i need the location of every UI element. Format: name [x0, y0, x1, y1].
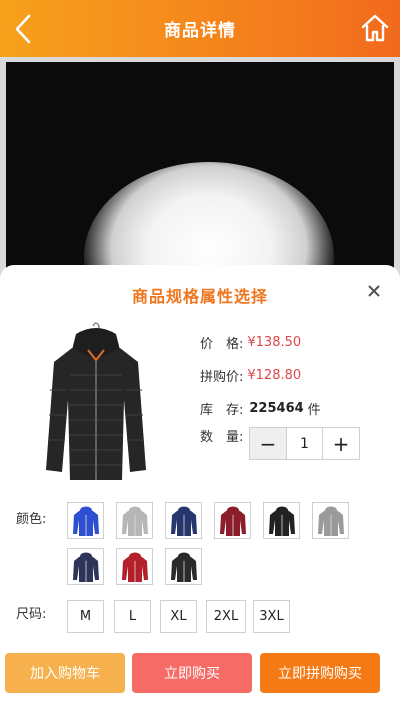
home-icon	[361, 14, 389, 42]
price-label: 价 格:	[200, 337, 244, 352]
size-option-2xl[interactable]: 2XL	[206, 600, 246, 633]
price-value: ¥138.50	[247, 335, 302, 350]
jacket-icon	[72, 506, 99, 536]
close-icon	[368, 285, 380, 297]
home-button[interactable]	[358, 11, 392, 45]
color-swatch-silver-gray[interactable]	[312, 502, 349, 539]
stock-row: 库 存: 225464 件	[200, 399, 321, 418]
quantity-stepper: − 1 +	[249, 427, 360, 460]
color-swatch-black[interactable]	[263, 502, 300, 539]
quantity-value[interactable]: 1	[287, 428, 322, 459]
app-header: 商品详情	[0, 0, 400, 57]
quantity-row: 数 量:	[200, 426, 243, 445]
sheet-title: 商品规格属性选择	[131, 287, 268, 306]
quantity-label: 数 量:	[200, 430, 244, 445]
add-to-cart-button[interactable]: 加入购物车	[5, 653, 125, 693]
jacket-icon	[317, 506, 344, 536]
jacket-icon	[121, 552, 148, 582]
stock-label: 库 存:	[200, 403, 244, 418]
stock-value: 225464	[249, 401, 304, 416]
hero-photo	[6, 62, 394, 287]
page-title: 商品详情	[164, 21, 236, 41]
color-swatch-dark-navy[interactable]	[67, 548, 104, 585]
jacket-icon	[170, 552, 197, 582]
jacket-icon	[170, 506, 197, 536]
color-swatch-light-gray[interactable]	[116, 502, 153, 539]
jacket-icon	[268, 506, 295, 536]
color-swatch-red[interactable]	[116, 548, 153, 585]
color-swatch-navy[interactable]	[165, 502, 202, 539]
chevron-left-icon	[15, 14, 31, 44]
size-option-3xl[interactable]: 3XL	[253, 600, 290, 633]
product-hero-image	[0, 57, 400, 287]
jacket-icon	[121, 506, 148, 536]
back-button[interactable]	[8, 12, 38, 46]
group-price-label: 拼购价:	[200, 370, 244, 385]
size-label: 尺码:	[16, 607, 47, 622]
size-option-l[interactable]: L	[114, 600, 151, 633]
jacket-icon	[72, 552, 99, 582]
color-swatch-wine-red[interactable]	[214, 502, 251, 539]
buy-now-button[interactable]: 立即购买	[132, 653, 252, 693]
spec-selection-sheet: 商品规格属性选择 价 格: ¥138.50 拼购价: ¥128.80 库 存: …	[0, 265, 400, 710]
stock-unit: 件	[307, 403, 321, 418]
product-thumbnail	[46, 322, 146, 480]
quantity-minus-button[interactable]: −	[250, 428, 287, 459]
group-price-value: ¥128.80	[247, 368, 302, 383]
group-price-row: 拼购价: ¥128.80	[200, 366, 301, 385]
size-option-m[interactable]: M	[67, 600, 104, 633]
price-row: 价 格: ¥138.50	[200, 333, 301, 352]
color-swatch-black-2[interactable]	[165, 548, 202, 585]
size-option-xl[interactable]: XL	[160, 600, 197, 633]
jacket-icon	[219, 506, 246, 536]
color-label: 颜色:	[16, 512, 47, 527]
color-swatch-royal-blue[interactable]	[67, 502, 104, 539]
close-button[interactable]	[362, 279, 386, 303]
quantity-plus-button[interactable]: +	[322, 428, 359, 459]
group-buy-button[interactable]: 立即拼购购买	[260, 653, 380, 693]
